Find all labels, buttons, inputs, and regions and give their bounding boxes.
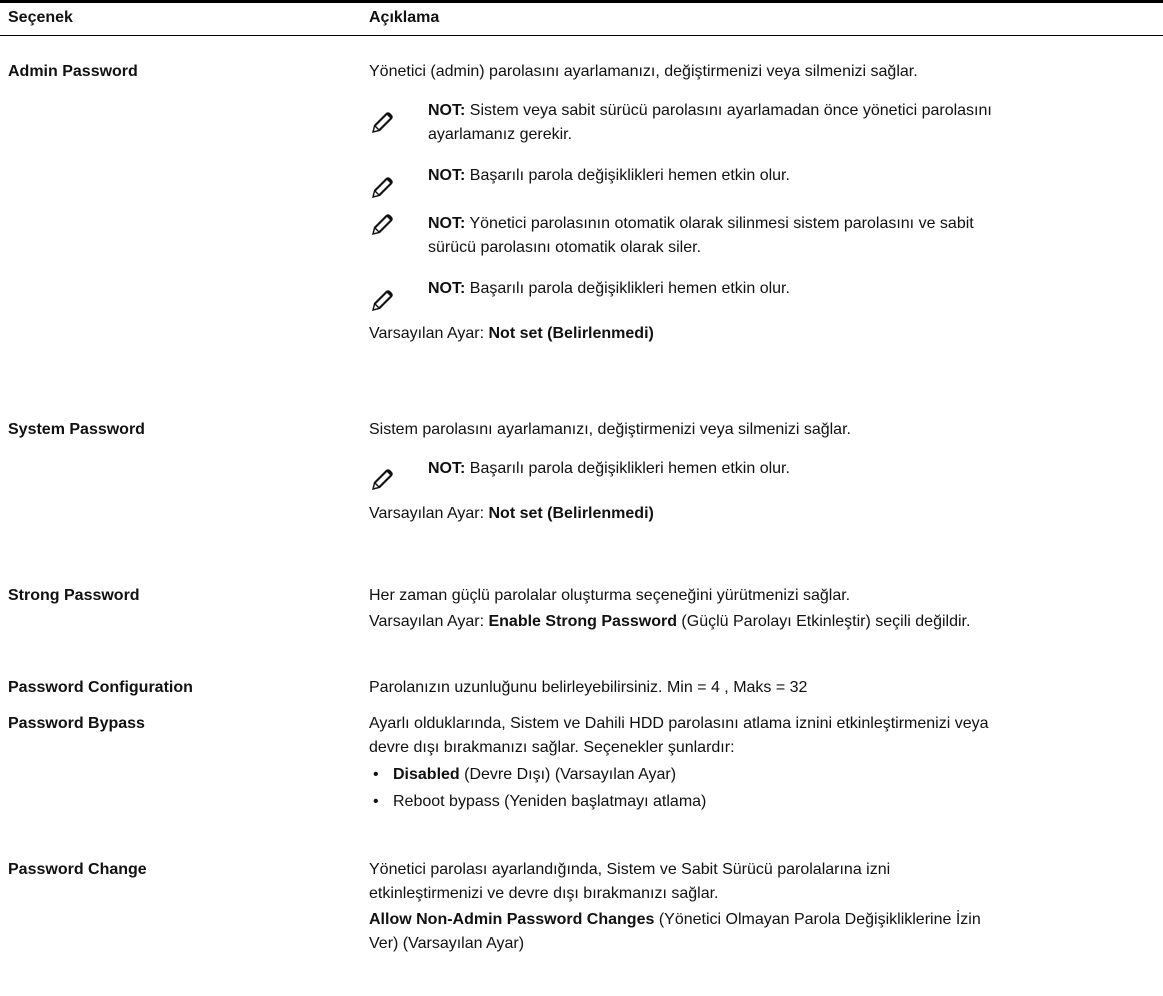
note: NOT: Yönetici parolasının otomatik olara… [369,212,1139,260]
note: NOT: Başarılı parola değişiklikleri heme… [369,457,1139,481]
note-label: NOT: [428,102,466,119]
default-setting: Varsayılan Ayar: Not set (Belirlenmedi) [369,505,654,522]
note-text: Sistem veya sabit sürücü parolasını ayar… [469,102,992,119]
note: NOT: Başarılı parola değişiklikleri heme… [369,277,1139,301]
note-text: sürücü parolasını otomatik olarak siler. [428,239,702,256]
note-text: ayarlamanız gerekir. [428,126,573,143]
note-label: NOT: [428,167,466,184]
option-name: Password Configuration [8,679,193,696]
option-name: Password Bypass [8,715,145,732]
note-text: Yönetici parolasının otomatik olarak sil… [469,215,974,232]
header-top-rule [0,0,1163,3]
option-description: Yönetici (admin) parolasını ayarlamanızı… [369,60,1139,346]
note-label: NOT: [428,460,466,477]
description-text: Her zaman güçlü parolalar oluşturma seçe… [369,587,851,604]
option-name: Password Change [8,861,147,878]
note-label: NOT: [428,215,466,232]
note-text: Başarılı parola değişiklikleri hemen etk… [469,280,790,297]
description-text: etkinleştirmenizi ve devre dışı bırakman… [369,885,719,902]
option-name: Admin Password [8,63,138,80]
option-name: Strong Password [8,587,140,604]
default-setting: Varsayılan Ayar: Enable Strong Password … [369,613,971,630]
list-item: • Disabled (Devre Dışı) (Varsayılan Ayar) [373,766,677,783]
description-text: Ayarlı olduklarında, Sistem ve Dahili HD… [369,715,989,732]
note-label: NOT: [428,280,466,297]
header-bottom-rule [0,35,1163,36]
note: NOT: Başarılı parola değişiklikleri heme… [369,164,1139,188]
list-item: • Reboot bypass (Yeniden başlatmayı atlam… [373,793,707,810]
note-text: Başarılı parola değişiklikleri hemen etk… [469,167,790,184]
default-value: Enable Strong Password [488,613,677,630]
description-text: Yönetici (admin) parolasını ayarlamanızı… [369,63,918,80]
option-description: Ayarlı olduklarında, Sistem ve Dahili HD… [369,712,1139,814]
option-description: Yönetici parolası ayarlandığında, Sistem… [369,858,1139,956]
setting-value: Allow Non-Admin Password Changes (Yöneti… [369,911,981,928]
note: NOT: Sistem veya sabit sürücü parolasını… [369,99,1139,147]
description-text: Sistem parolasını ayarlamanızı, değiştir… [369,421,851,438]
header-option: Seçenek [8,9,73,26]
pen-note-icon [369,110,395,136]
default-setting: Varsayılan Ayar: Not set (Belirlenmedi) [369,325,654,342]
description-text: Yönetici parolası ayarlandığında, Sistem… [369,861,891,878]
options-list: • Disabled (Devre Dışı) (Varsayılan Ayar)… [369,763,1139,814]
option-name: System Password [8,421,145,438]
pen-note-icon [369,175,395,201]
setting-value: Ver) (Varsayılan Ayar) [369,935,525,952]
description-text: devre dışı bırakmanızı sağlar. Seçenekle… [369,739,735,756]
option-description: Parolanızın uzunluğunu belirleyebilirsin… [369,676,1139,700]
note-text: Başarılı parola değişiklikleri hemen etk… [469,460,790,477]
pen-note-icon [369,212,395,238]
default-value: Not set (Belirlenmedi) [488,325,654,342]
option-description: Her zaman güçlü parolalar oluşturma seçe… [369,584,1139,634]
pen-note-icon [369,288,395,314]
pen-note-icon [369,467,395,493]
header-description: Açıklama [369,9,440,26]
description-text: Parolanızın uzunluğunu belirleyebilirsin… [369,679,808,696]
option-description: Sistem parolasını ayarlamanızı, değiştir… [369,418,1139,526]
default-value: Not set (Belirlenmedi) [488,505,654,522]
